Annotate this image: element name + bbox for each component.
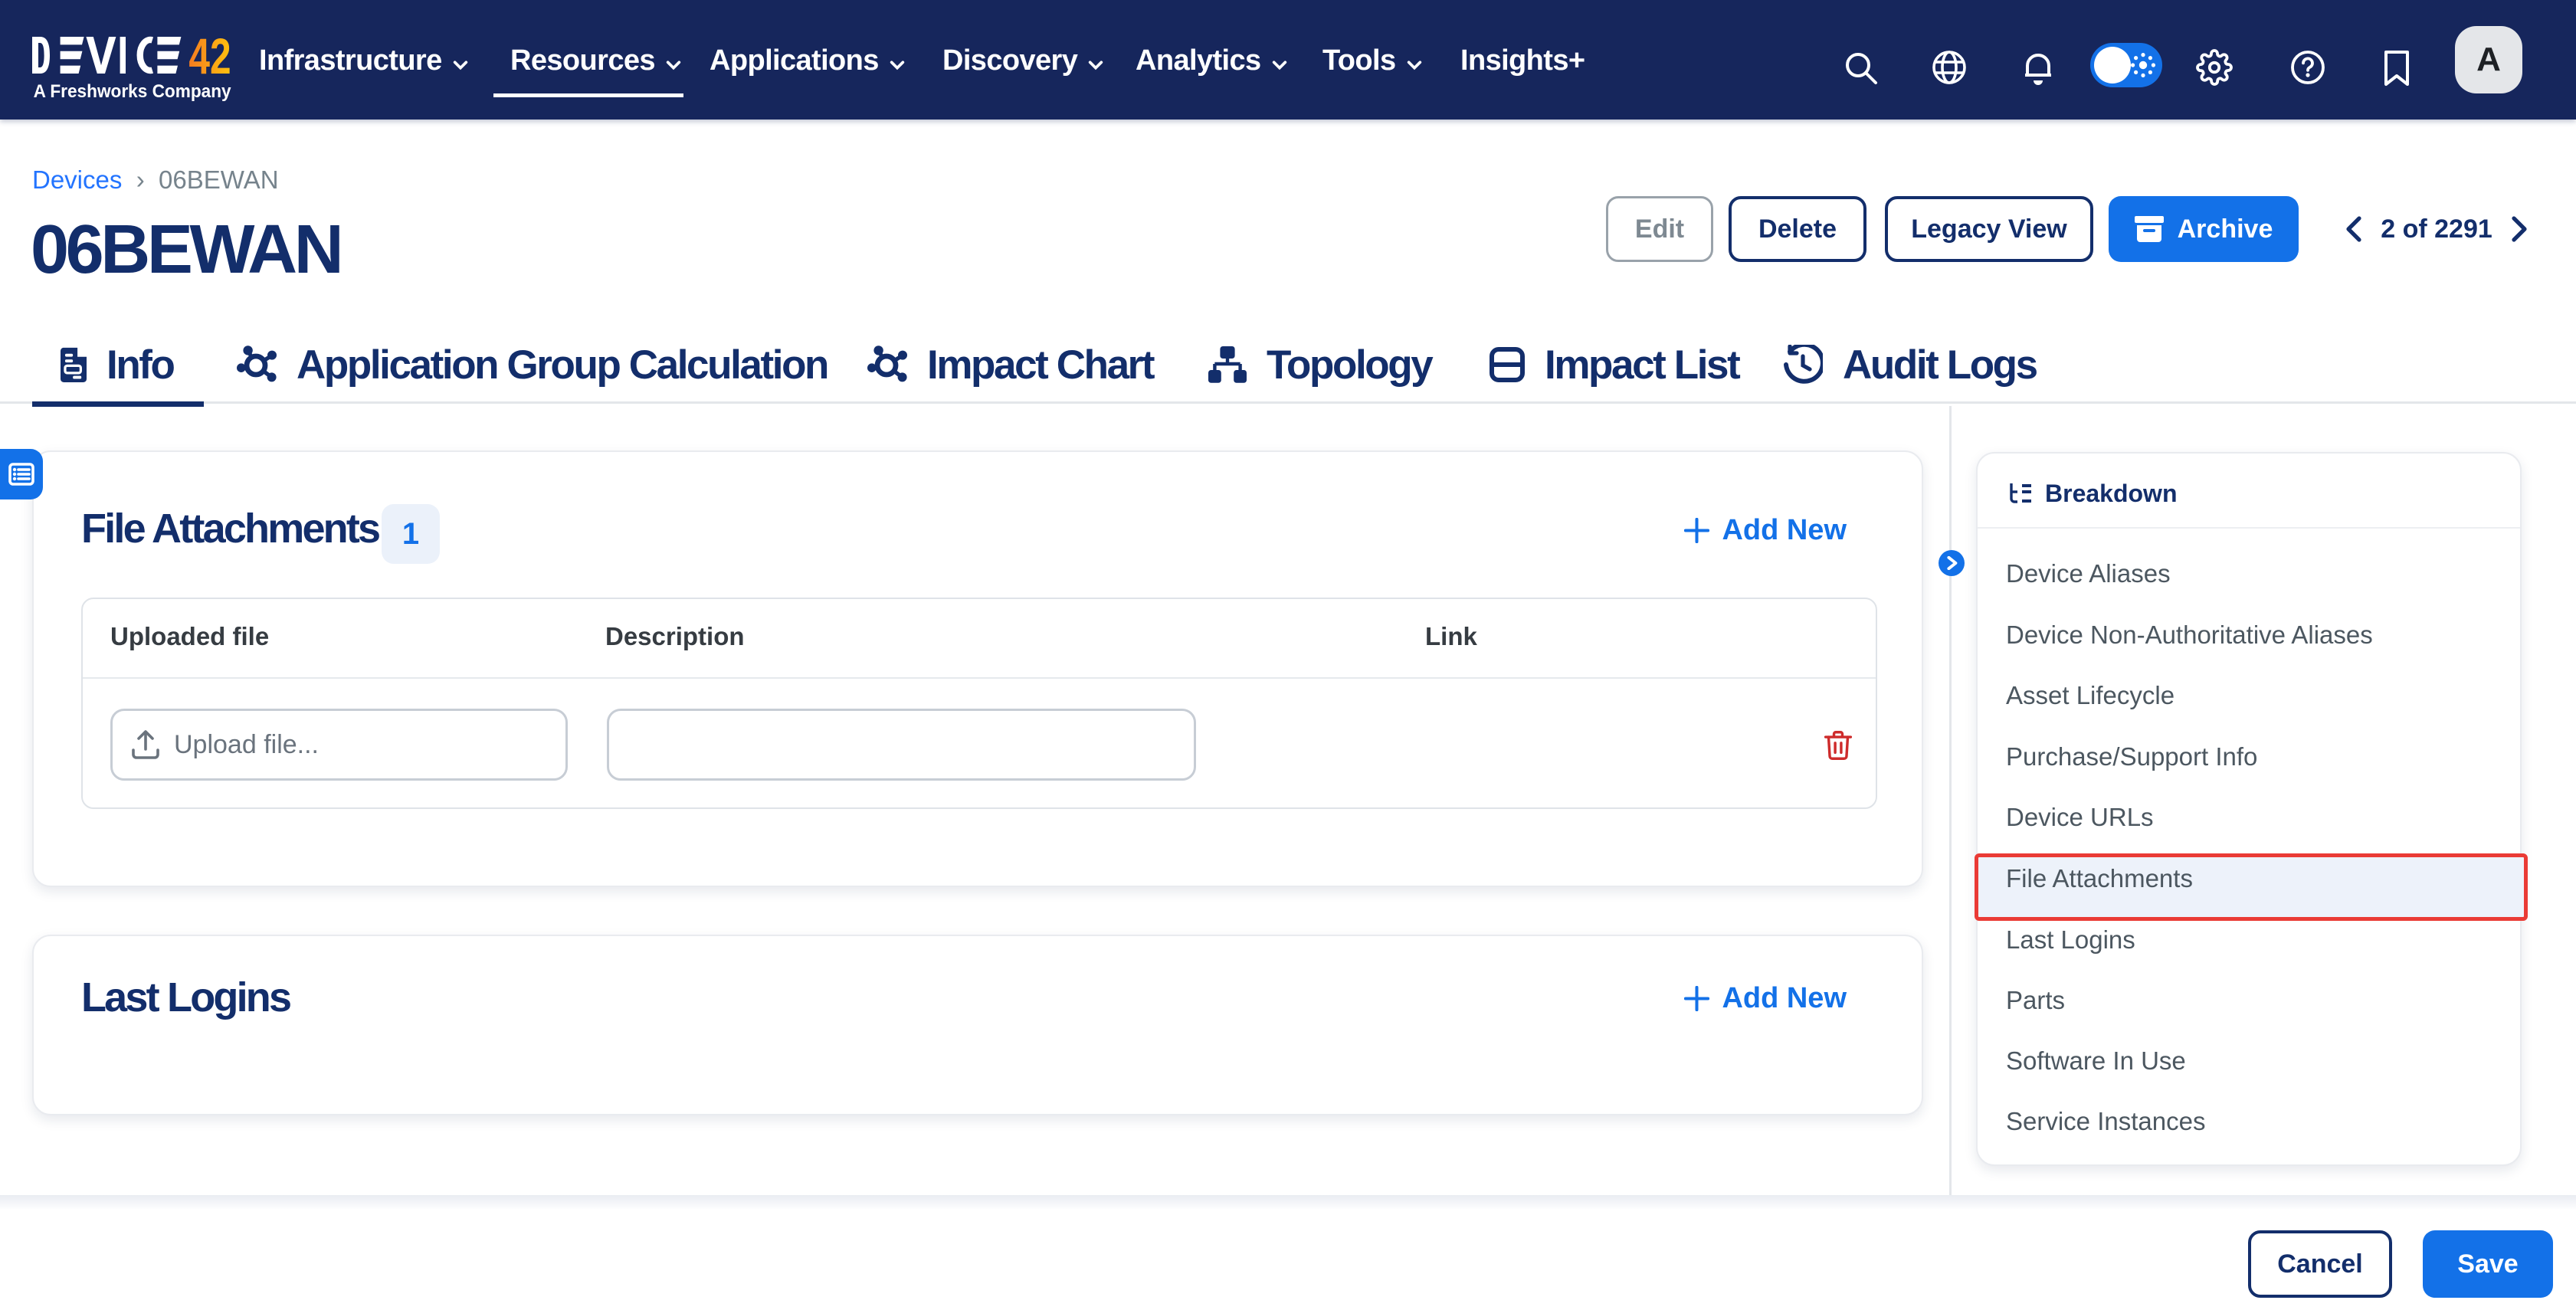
svg-text:A Freshworks Company: A Freshworks Company xyxy=(34,81,232,102)
svg-text:42: 42 xyxy=(188,28,231,84)
